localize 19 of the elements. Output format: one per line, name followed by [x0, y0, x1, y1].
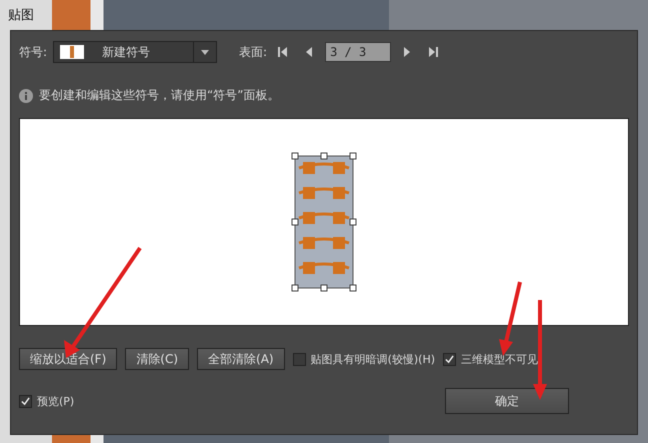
- last-icon[interactable]: [427, 46, 440, 58]
- first-icon[interactable]: [277, 46, 290, 58]
- symbol-label: 符号:: [19, 44, 48, 60]
- surface-field[interactable]: 3 / 3: [325, 42, 392, 62]
- checkbox[interactable]: [19, 394, 32, 408]
- checkbox-label: 贴图具有明暗调(较慢)(H): [310, 352, 436, 366]
- action-button[interactable]: 全部清除(A): [197, 348, 285, 370]
- checkbox-label: 预览(P): [37, 394, 74, 408]
- action-button[interactable]: 清除(C): [125, 348, 190, 370]
- symbol-thumbnail-icon: [60, 45, 84, 59]
- checkbox-label: 三维模型不可见: [461, 352, 538, 366]
- symbol-dropdown[interactable]: 新建符号: [53, 41, 218, 63]
- info-text: 要创建和编辑这些符号，请使用“符号”面板。: [39, 87, 280, 104]
- surface-label: 表面:: [239, 44, 268, 60]
- ok-button[interactable]: 确定: [445, 388, 569, 414]
- info-icon: [19, 88, 33, 102]
- window-title: 贴图: [8, 7, 34, 24]
- checkbox[interactable]: [443, 352, 456, 366]
- checkbox[interactable]: [292, 352, 306, 366]
